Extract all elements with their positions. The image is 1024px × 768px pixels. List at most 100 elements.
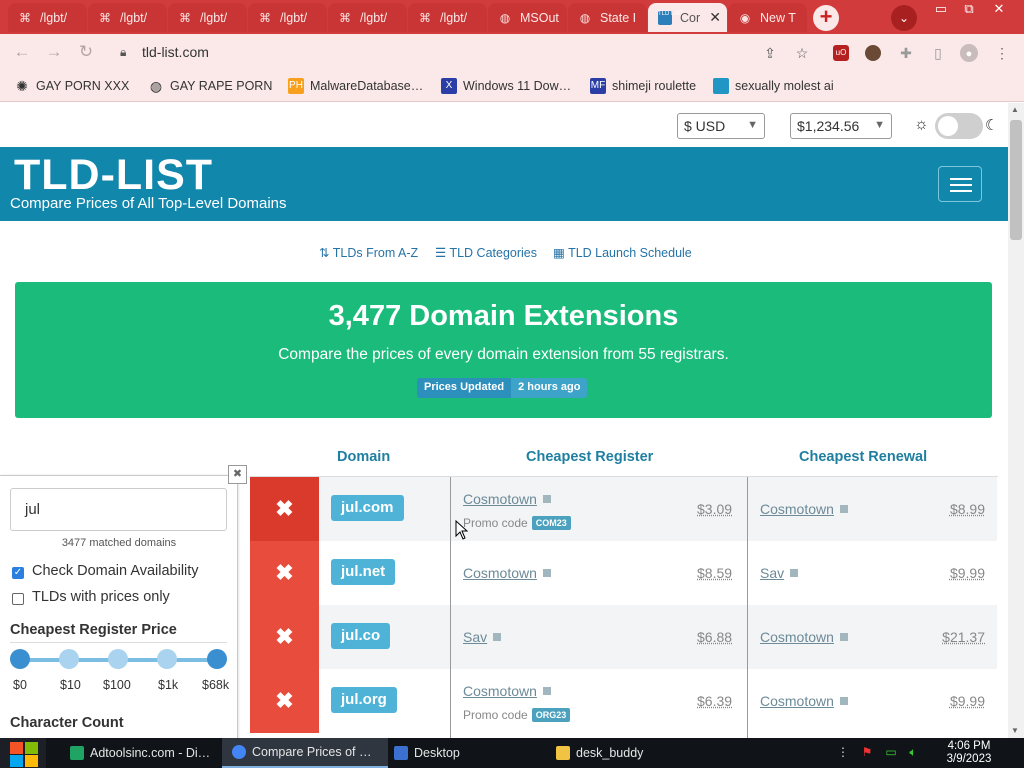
bookmark-4[interactable]: X Windows 11 Dow… [441,76,571,96]
nav-tlds-a-z[interactable]: ⇅ TLDs From A-Z [319,245,418,260]
domain-badge[interactable]: jul.co [331,623,391,649]
minimize-button[interactable]: ▭ [926,0,956,18]
bookmark-1[interactable]: ✺ GAY PORN XXX [14,76,129,96]
check-availability-label[interactable]: Check Domain Availability [32,563,199,579]
tab-6[interactable]: ⌘ /lgbt/ [408,3,487,32]
tab-1[interactable]: ⌘ /lgbt/ [8,3,87,32]
column-header-register[interactable]: Cheapest Register [526,449,653,465]
remove-domain-button[interactable]: ✖ [250,669,319,733]
bookmark-3[interactable]: PH MalwareDatabase… [288,76,423,96]
tab-8[interactable]: ◍ State I [568,3,647,32]
clock[interactable]: 4:06 PM 3/9/2023 [938,740,1000,766]
remove-domain-button[interactable]: ✖ [250,605,319,669]
tab-2[interactable]: ⌘ /lgbt/ [88,3,167,32]
share-icon[interactable]: ⇪ [760,43,780,63]
price-slider-stop[interactable] [59,649,79,669]
external-link-icon [839,633,848,641]
theme-toggle[interactable] [935,113,983,139]
renewal-price[interactable]: $9.99 [950,565,985,581]
register-price[interactable]: $3.09 [697,501,732,517]
menu-kebab-icon[interactable]: ⋮ [992,43,1012,63]
price-limit-select[interactable]: $1,234.56 ▼ [790,113,892,139]
tab-5[interactable]: ⌘ /lgbt/ [328,3,407,32]
price-slider-stop[interactable] [157,649,177,669]
prices-only-label[interactable]: TLDs with prices only [32,589,170,605]
tab-3[interactable]: ⌘ /lgbt/ [168,3,247,32]
register-link[interactable]: Cosmotown [463,683,551,699]
new-tab-button[interactable]: + [813,5,839,31]
column-header-renewal[interactable]: Cheapest Renewal [799,449,927,465]
renewal-price[interactable]: $9.99 [950,693,985,709]
domain-badge[interactable]: jul.org [331,687,397,713]
currency-select[interactable]: $ USD ▼ [677,113,765,139]
more-icon[interactable]: ⋮ [836,745,850,759]
network-icon[interactable]: ▭ [884,745,898,759]
flag-icon[interactable]: ⚑ [860,745,874,759]
close-tab-icon[interactable]: ✕ [709,9,721,26]
scroll-down-icon[interactable]: ▼ [1011,726,1019,735]
renewal-price[interactable]: $21.37 [942,629,985,645]
lock-icon[interactable]: 🔒︎ [120,45,126,60]
price-slider-max-handle[interactable] [207,649,227,669]
star-icon[interactable]: ☆ [792,43,812,63]
folder-icon [556,746,570,760]
scroll-up-icon[interactable]: ▲ [1011,105,1019,114]
start-button[interactable] [0,738,46,768]
nav-tld-launch-schedule[interactable]: ▦ TLD Launch Schedule [553,245,692,260]
volume-icon[interactable]: 🔈︎ [906,745,920,759]
search-input[interactable]: jul [10,488,227,531]
side-panel-icon[interactable]: ▯ [928,43,948,63]
close-window-button[interactable]: ✕ [984,0,1014,18]
extension-avatar-icon[interactable] [865,45,881,61]
price-slider-stop[interactable] [108,649,128,669]
taskbar-item-3[interactable]: Desktop [384,738,534,768]
register-price[interactable]: $8.59 [697,565,732,581]
promo-code-badge[interactable]: ORG23 [531,708,571,722]
bookmark-5[interactable]: MF shimeji roulette [590,76,696,96]
column-header-domain[interactable]: Domain [337,449,390,465]
sun-icon: ☼ [914,116,929,133]
register-link[interactable]: Cosmotown [463,565,551,581]
profile-icon[interactable]: ● [960,44,978,62]
taskbar-item-1[interactable]: Adtoolsinc.com - Di… [60,738,220,768]
scrollbar-thumb[interactable] [1010,120,1022,240]
register-link[interactable]: Sav [463,629,502,645]
remove-domain-button[interactable]: ✖ [250,541,319,605]
extensions-icon[interactable]: ✚ [896,43,916,63]
tab-search-button[interactable]: ⌄ [891,5,917,31]
register-price[interactable]: $6.39 [697,693,732,709]
close-sidebar-icon[interactable]: ✖ [228,465,247,484]
price-slider-min-handle[interactable] [10,649,30,669]
domain-badge[interactable]: jul.net [331,559,396,585]
register-link[interactable]: Cosmotown [463,491,551,507]
restore-button[interactable]: ⧉ [954,0,984,18]
remove-domain-button[interactable]: ✖ [250,477,319,541]
register-price[interactable]: $6.88 [697,629,732,645]
ublock-icon[interactable]: uO [833,45,849,61]
tab-7[interactable]: ◍ MSOut [488,3,567,32]
check-availability-checkbox[interactable]: ✓ [12,567,24,579]
reload-icon[interactable]: ↻ [76,42,96,62]
renewal-link[interactable]: Cosmotown [760,693,848,709]
tab-4[interactable]: ⌘ /lgbt/ [248,3,327,32]
bookmark-2[interactable]: ◍ GAY RAPE PORN [148,76,272,96]
promo-code-badge[interactable]: COM23 [531,516,571,530]
renewal-link[interactable]: Cosmotown [760,501,848,517]
address-bar[interactable]: 🔒︎ tld-list.com [108,40,828,66]
tab-10[interactable]: ◉ New T [728,3,807,32]
taskbar-item-2[interactable]: Compare Prices of … [222,738,388,768]
hamburger-menu-button[interactable] [938,166,982,202]
renewal-price[interactable]: $8.99 [950,501,985,517]
back-icon[interactable]: ← [12,42,32,62]
site-logo[interactable]: TLD-LIST [14,151,213,200]
prices-only-checkbox[interactable] [12,593,24,605]
renewal-link[interactable]: Sav [760,565,799,581]
nav-tld-categories[interactable]: ☰ TLD Categories [435,245,537,260]
forward-icon[interactable]: → [44,42,64,62]
bookmark-6[interactable]: sexually molest ai [713,76,834,96]
taskbar-item-4[interactable]: desk_buddy [546,738,696,768]
url-text[interactable]: tld-list.com [142,44,209,60]
domain-badge[interactable]: jul.com [331,495,404,521]
tab-9[interactable]: TLD LIST Cor ✕ [648,3,727,32]
renewal-link[interactable]: Cosmotown [760,629,848,645]
